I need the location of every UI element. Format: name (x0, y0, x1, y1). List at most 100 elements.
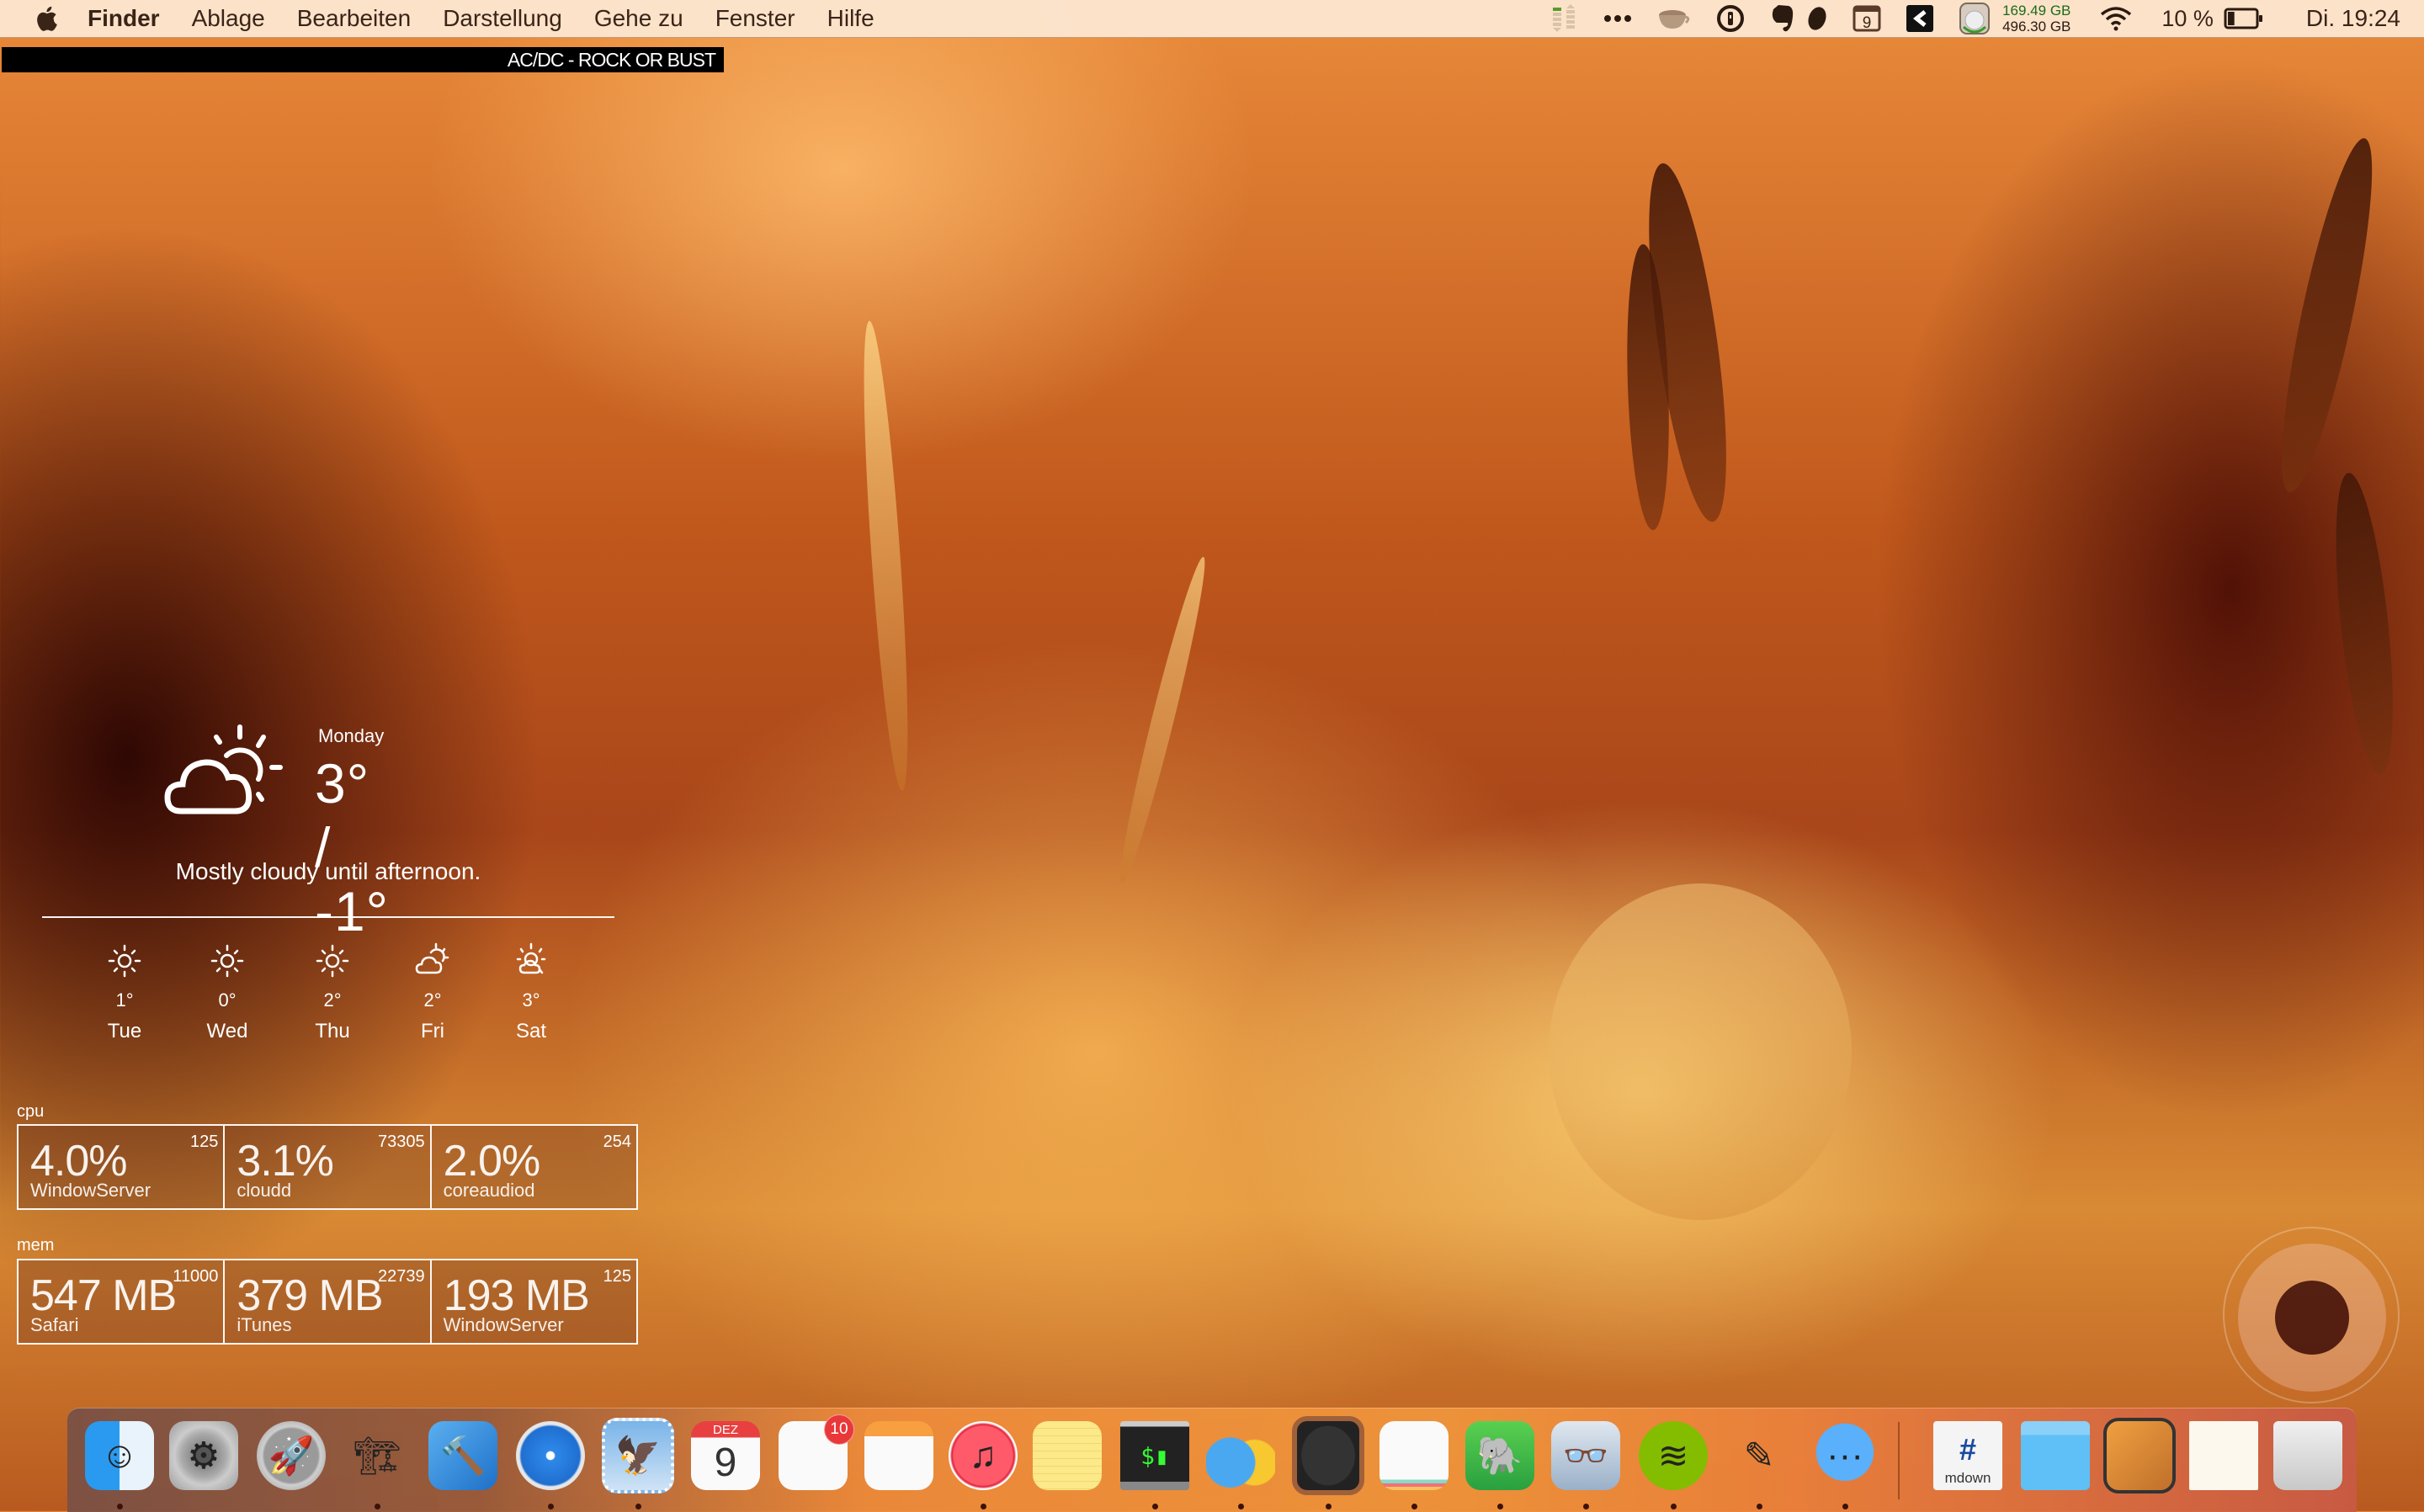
disk-drive-icon[interactable] (1959, 0, 1991, 37)
menu-darstellung[interactable]: Darstellung (443, 5, 562, 32)
dock-item-notes[interactable] (1031, 1419, 1103, 1492)
sun-icon (314, 942, 351, 979)
process-name: Safari (30, 1314, 79, 1335)
forecast-day-label: Thu (315, 1020, 350, 1042)
calendar-day-icon[interactable]: 9 (1853, 0, 1881, 37)
music-note-icon: ♫ (949, 1421, 1018, 1490)
cpu-value: 3.1% (237, 1137, 334, 1186)
forecast-day: 1° Tue (91, 942, 158, 1043)
kindle-k-icon[interactable] (1906, 0, 1934, 37)
forecast-temp: 2° (423, 989, 442, 1011)
disk-usage: 169.49 GB 496.30 GB (2002, 3, 2070, 34)
mem-value: 193 MB (443, 1271, 590, 1320)
battery-level (2227, 12, 2235, 25)
1password-icon[interactable] (1716, 0, 1745, 37)
calendar-day: 9 (714, 1440, 737, 1485)
menubar-clock[interactable]: Di. 19:24 (2306, 5, 2400, 32)
running-indicator (1238, 1504, 1244, 1509)
cpu-value: 2.0% (443, 1137, 541, 1186)
dock-item-launchpad[interactable]: 🚀 (255, 1419, 327, 1492)
cpu-value: 4.0% (30, 1137, 128, 1186)
cleaner-bottles-icon (1206, 1421, 1275, 1490)
calendar-day-number: 9 (1863, 14, 1872, 32)
icon-glyph: 🏗 (354, 1435, 401, 1477)
dock-item-messages[interactable]: ··· (1809, 1419, 1881, 1492)
icon-glyph: 🦅 (614, 1435, 662, 1477)
menu-gehe-zu[interactable]: Gehe zu (594, 5, 683, 32)
dock-item-cleanmymac[interactable] (1204, 1419, 1277, 1492)
dock-item-terminal[interactable]: $▮ (1119, 1419, 1191, 1492)
icon-glyph: 🐘 (1476, 1435, 1523, 1477)
disk-free: 169.49 GB (2002, 3, 2071, 19)
menu-finder[interactable]: Finder (88, 5, 160, 32)
calendar-icon: DEZ 9 (691, 1421, 760, 1490)
dock-item-byword[interactable]: ✎ (1723, 1419, 1795, 1492)
menu-fenster[interactable]: Fenster (715, 5, 795, 32)
dock-item-readkit[interactable]: 👓 (1550, 1419, 1622, 1492)
dock-item-mdown[interactable]: mdown # (1932, 1419, 2004, 1492)
dock-item-safari[interactable] (514, 1419, 587, 1492)
notification-badge: 10 (824, 1414, 854, 1445)
dock-item-finder[interactable]: ☺ (83, 1419, 156, 1492)
process-pid: 11000 (173, 1267, 219, 1286)
partly-cloudy-icon (164, 724, 290, 825)
dock-item-xcode[interactable]: 🔨 (427, 1419, 499, 1492)
apple-menu-icon[interactable] (34, 4, 59, 33)
running-indicator (1411, 1504, 1417, 1509)
dock-item-archive-utility[interactable]: 🏗 (341, 1419, 413, 1492)
menu-bearbeiten[interactable]: Bearbeiten (297, 5, 411, 32)
cpu-label: cpu (17, 1102, 45, 1121)
pocket-icon (1379, 1421, 1449, 1490)
dock-item-system-preferences[interactable]: ⚙ (167, 1419, 240, 1492)
process-name: coreaudiod (443, 1180, 535, 1201)
running-indicator (1152, 1504, 1158, 1509)
process-pid: 254 (603, 1133, 631, 1151)
dock-item-mail[interactable]: 🦅 (602, 1418, 674, 1493)
dock-item-pages[interactable] (863, 1419, 935, 1492)
forecast-temp: 1° (115, 989, 134, 1011)
dock-item-spotify[interactable]: ≋ (1637, 1419, 1709, 1492)
forklift-icon: 🏗 (343, 1421, 412, 1490)
dock-item-itunes[interactable]: ♫ (947, 1419, 1019, 1492)
mem-label: mem (17, 1236, 55, 1255)
partly-cloudy-icon (414, 942, 451, 979)
running-indicator (375, 1504, 380, 1509)
dock-item-document[interactable] (2187, 1419, 2260, 1492)
caffeine-cup-icon[interactable] (1657, 0, 1691, 37)
coffee-bean-icon[interactable] (1807, 0, 1827, 37)
more-dots-icon[interactable] (1603, 0, 1632, 37)
dock-item-scapple[interactable] (1292, 1416, 1364, 1495)
process-pid: 125 (189, 1133, 219, 1151)
forecast-day-label: Wed (206, 1020, 248, 1042)
hash-glyph: # (1959, 1432, 1977, 1467)
wallpaper-grass (2325, 470, 2404, 777)
dock-item-trash[interactable] (2272, 1419, 2344, 1492)
dock-item-preview[interactable] (2103, 1418, 2176, 1493)
process-name: WindowServer (443, 1314, 564, 1335)
wallpaper-grass (1111, 554, 1215, 887)
activity-monitor-icon[interactable] (1551, 0, 1578, 37)
dock-item-pocket[interactable] (1378, 1419, 1450, 1492)
forecast-day: 0° Wed (194, 942, 261, 1043)
sun-icon (209, 942, 246, 979)
dock-item-evernote[interactable]: 🐘 (1464, 1419, 1536, 1492)
icon-glyph: ≋ (1657, 1435, 1689, 1477)
dock-item-downloads[interactable] (2019, 1419, 2092, 1492)
dock-item-calendar[interactable]: DEZ 9 (689, 1419, 762, 1492)
menu-ablage[interactable]: Ablage (192, 5, 265, 32)
forecast-day: 2° Fri (399, 942, 466, 1043)
battery-icon[interactable] (2224, 0, 2264, 37)
evernote-elephant-icon: 🐘 (1465, 1421, 1534, 1490)
weather-description: Mostly cloudy until afternoon. (175, 858, 481, 884)
forecast-day: 3° Sat (497, 942, 565, 1043)
menu-hilfe[interactable]: Hilfe (827, 5, 874, 32)
dock-item-reminders[interactable]: 10 (777, 1414, 854, 1492)
running-indicator (1757, 1504, 1762, 1509)
evernote-icon[interactable] (1770, 0, 1795, 37)
terminal-icon: $▮ (1120, 1421, 1189, 1490)
mem-value: 547 MB (30, 1271, 177, 1320)
wifi-icon[interactable] (2099, 0, 2133, 37)
battery-percent: 10 % (2161, 5, 2214, 31)
xcode-hammer-icon: 🔨 (428, 1421, 497, 1490)
wallpaper-bokeh (1549, 883, 1852, 1220)
